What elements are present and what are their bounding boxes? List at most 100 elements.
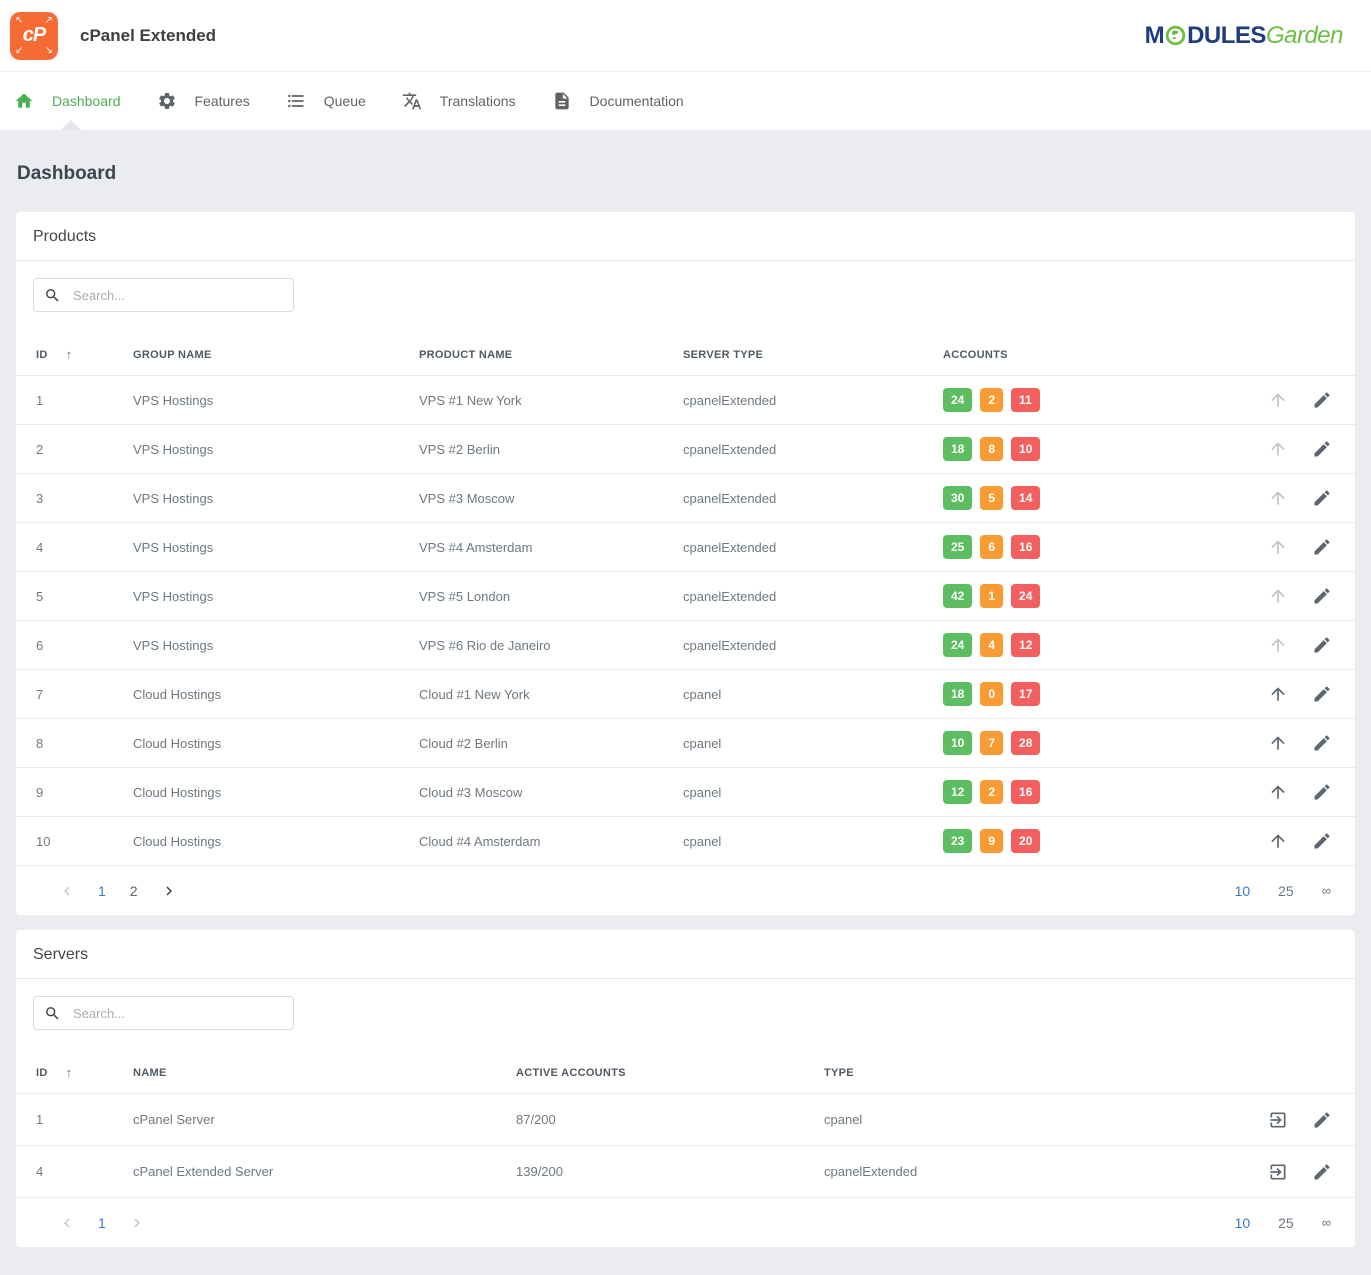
active-accounts-badge: 30 — [943, 486, 972, 510]
column-header-type: TYPE — [824, 1067, 1335, 1079]
nav-label: Features — [195, 93, 250, 109]
edit-product-button[interactable] — [1312, 390, 1332, 410]
accounts-badges: 25616 — [943, 535, 1268, 559]
active-accounts-badge: 42 — [943, 584, 972, 608]
modulesgarden-logo: M DULES Garden — [1145, 22, 1343, 50]
page-size-10[interactable]: 10 — [1235, 883, 1251, 899]
brand-text: DULES — [1187, 22, 1266, 50]
upgrade-product-button[interactable] — [1268, 488, 1288, 508]
product-group-name: Cloud Hostings — [133, 736, 419, 751]
next-page-button[interactable] — [160, 882, 178, 900]
row-actions — [1268, 635, 1335, 655]
server-type: cpanelExtended — [824, 1164, 1268, 1179]
products-panel: Products ID ↑ GROUP NAME PRODUCT NAME SE… — [16, 212, 1355, 915]
product-id: 9 — [36, 785, 133, 800]
page-number-1[interactable]: 1 — [98, 1215, 106, 1231]
page-size-25[interactable]: 25 — [1278, 883, 1294, 899]
suspended-accounts-badge: 2 — [980, 780, 1003, 804]
servers-pagination: 1 10 25 ∞ — [16, 1197, 1355, 1247]
product-id: 1 — [36, 393, 133, 408]
column-header-id[interactable]: ID ↑ — [36, 1065, 133, 1080]
edit-product-button[interactable] — [1312, 635, 1332, 655]
page-size-all[interactable]: ∞ — [1322, 1215, 1331, 1230]
edit-product-button[interactable] — [1312, 488, 1332, 508]
edit-product-button[interactable] — [1312, 439, 1332, 459]
page-size-10[interactable]: 10 — [1235, 1215, 1251, 1231]
servers-table-body: 1cPanel Server87/200cpanel4cPanel Extend… — [16, 1093, 1355, 1197]
previous-page-button[interactable] — [58, 882, 76, 900]
active-accounts-badge: 10 — [943, 731, 972, 755]
row-actions — [1268, 684, 1335, 704]
servers-search-input[interactable] — [71, 1005, 283, 1022]
product-row: 6VPS HostingsVPS #6 Rio de Janeirocpanel… — [16, 620, 1355, 669]
active-accounts-badge: 25 — [943, 535, 972, 559]
edit-product-button[interactable] — [1312, 586, 1332, 606]
row-actions — [1268, 537, 1335, 557]
product-row: 2VPS HostingsVPS #2 BerlincpanelExtended… — [16, 424, 1355, 473]
previous-page-button[interactable] — [58, 1214, 76, 1232]
suspended-accounts-badge: 8 — [980, 437, 1003, 461]
main-content: Dashboard Products ID ↑ GROUP NAME PRODU… — [0, 130, 1371, 1247]
nav-item-documentation[interactable]: Documentation — [552, 91, 720, 111]
search-icon — [44, 1005, 61, 1022]
server-id: 1 — [36, 1112, 133, 1127]
upgrade-product-button[interactable] — [1268, 537, 1288, 557]
product-row: 7Cloud HostingsCloud #1 New Yorkcpanel18… — [16, 669, 1355, 718]
row-actions — [1268, 390, 1335, 410]
page-size-25[interactable]: 25 — [1278, 1215, 1294, 1231]
nav-label: Dashboard — [52, 93, 121, 109]
edit-product-button[interactable] — [1312, 684, 1332, 704]
column-header-active-accounts: ACTIVE ACCOUNTS — [516, 1067, 824, 1079]
page-size-all[interactable]: ∞ — [1322, 883, 1331, 898]
nav-item-queue[interactable]: Queue — [286, 91, 402, 111]
nav-item-features[interactable]: Features — [157, 91, 286, 111]
edit-product-button[interactable] — [1312, 782, 1332, 802]
suspended-accounts-badge: 7 — [980, 731, 1003, 755]
edit-product-button[interactable] — [1312, 537, 1332, 557]
upgrade-product-button[interactable] — [1268, 390, 1288, 410]
cpanel-extended-logo-icon: ↖ ↗ cP ↙ ↘ — [10, 12, 58, 60]
column-header-accounts: ACCOUNTS — [943, 349, 1335, 361]
edit-server-button[interactable] — [1312, 1110, 1332, 1130]
column-header-id[interactable]: ID ↑ — [36, 347, 133, 362]
edit-product-button[interactable] — [1312, 733, 1332, 753]
upgrade-product-button[interactable] — [1268, 733, 1288, 753]
nav-label: Translations — [440, 93, 516, 109]
product-group-name: VPS Hostings — [133, 589, 419, 604]
login-to-server-button[interactable] — [1268, 1110, 1288, 1130]
nav-item-dashboard[interactable]: Dashboard — [14, 91, 157, 111]
nav-label: Queue — [324, 93, 366, 109]
edit-server-button[interactable] — [1312, 1162, 1332, 1182]
page-number-2[interactable]: 2 — [130, 883, 138, 899]
row-actions — [1268, 439, 1335, 459]
active-accounts-badge: 18 — [943, 437, 972, 461]
upgrade-product-button[interactable] — [1268, 782, 1288, 802]
login-to-server-button[interactable] — [1268, 1162, 1288, 1182]
terminated-accounts-badge: 20 — [1011, 829, 1040, 853]
row-actions — [1268, 586, 1335, 606]
upgrade-product-button[interactable] — [1268, 684, 1288, 704]
upgrade-product-button[interactable] — [1268, 831, 1288, 851]
product-group-name: VPS Hostings — [133, 491, 419, 506]
product-server-type: cpanel — [683, 785, 943, 800]
terminated-accounts-badge: 12 — [1011, 633, 1040, 657]
upgrade-product-button[interactable] — [1268, 586, 1288, 606]
nav-item-translations[interactable]: Translations — [402, 91, 552, 111]
sort-ascending-icon[interactable]: ↑ — [66, 1065, 73, 1080]
product-id: 6 — [36, 638, 133, 653]
products-table-header: ID ↑ GROUP NAME PRODUCT NAME SERVER TYPE… — [16, 334, 1355, 375]
products-search-input[interactable] — [71, 287, 283, 304]
edit-product-button[interactable] — [1312, 831, 1332, 851]
product-row: 8Cloud HostingsCloud #2 Berlincpanel1072… — [16, 718, 1355, 767]
page-title: Dashboard — [16, 130, 1355, 185]
translate-icon — [402, 91, 422, 111]
next-page-button[interactable] — [128, 1214, 146, 1232]
products-panel-title: Products — [16, 212, 1355, 261]
upgrade-product-button[interactable] — [1268, 439, 1288, 459]
sort-ascending-icon[interactable]: ↑ — [66, 347, 73, 362]
server-name: cPanel Server — [133, 1112, 516, 1127]
product-row: 4VPS HostingsVPS #4 AmsterdamcpanelExten… — [16, 522, 1355, 571]
page-number-1[interactable]: 1 — [98, 883, 106, 899]
upgrade-product-button[interactable] — [1268, 635, 1288, 655]
product-id: 10 — [36, 834, 133, 849]
